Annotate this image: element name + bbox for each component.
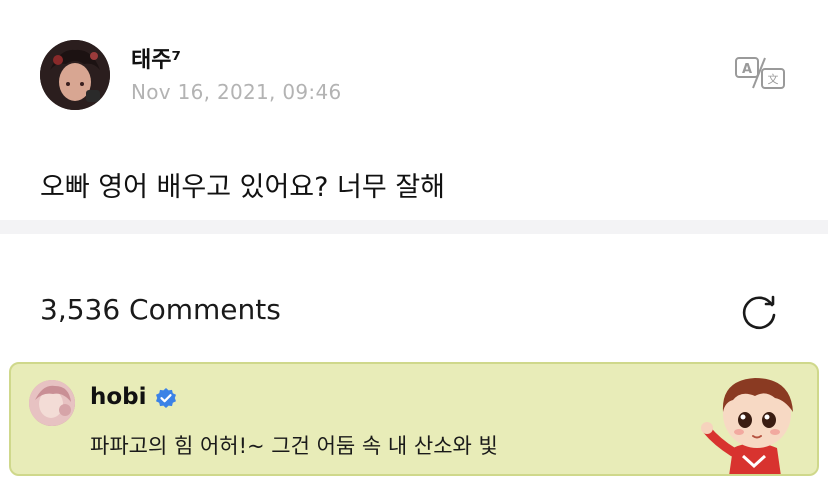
- svg-text:文: 文: [768, 72, 779, 86]
- refresh-button[interactable]: [740, 291, 780, 331]
- commenter-name[interactable]: hobi: [90, 384, 147, 410]
- comment-text: 파파고의 힘 어허!~ 그건 어둠 속 내 산소와 빛: [90, 434, 498, 458]
- translate-button[interactable]: A 文: [734, 55, 786, 91]
- pinned-comment[interactable]: hobi 파파고의 힘 어허!~ 그건 어둠 속 내 산소와 빛: [9, 362, 819, 476]
- refresh-icon: [742, 295, 776, 330]
- commenter-avatar[interactable]: [29, 380, 75, 426]
- author-avatar[interactable]: [40, 40, 110, 110]
- post-header: 태주⁷ Nov 16, 2021, 09:46 A 文: [0, 0, 828, 150]
- post-body-text: 오빠 영어 배우고 있어요? 너무 잘해: [40, 172, 446, 203]
- post-timestamp: Nov 16, 2021, 09:46: [131, 80, 342, 104]
- comments-count: 3,536 Comments: [40, 293, 281, 326]
- svg-text:A: A: [742, 62, 752, 77]
- author-name[interactable]: 태주⁷: [131, 42, 181, 74]
- character-sticker-icon: [701, 378, 793, 474]
- section-divider: [0, 220, 828, 234]
- translate-icon: A 文: [735, 57, 785, 89]
- verified-badge-icon: [156, 388, 176, 408]
